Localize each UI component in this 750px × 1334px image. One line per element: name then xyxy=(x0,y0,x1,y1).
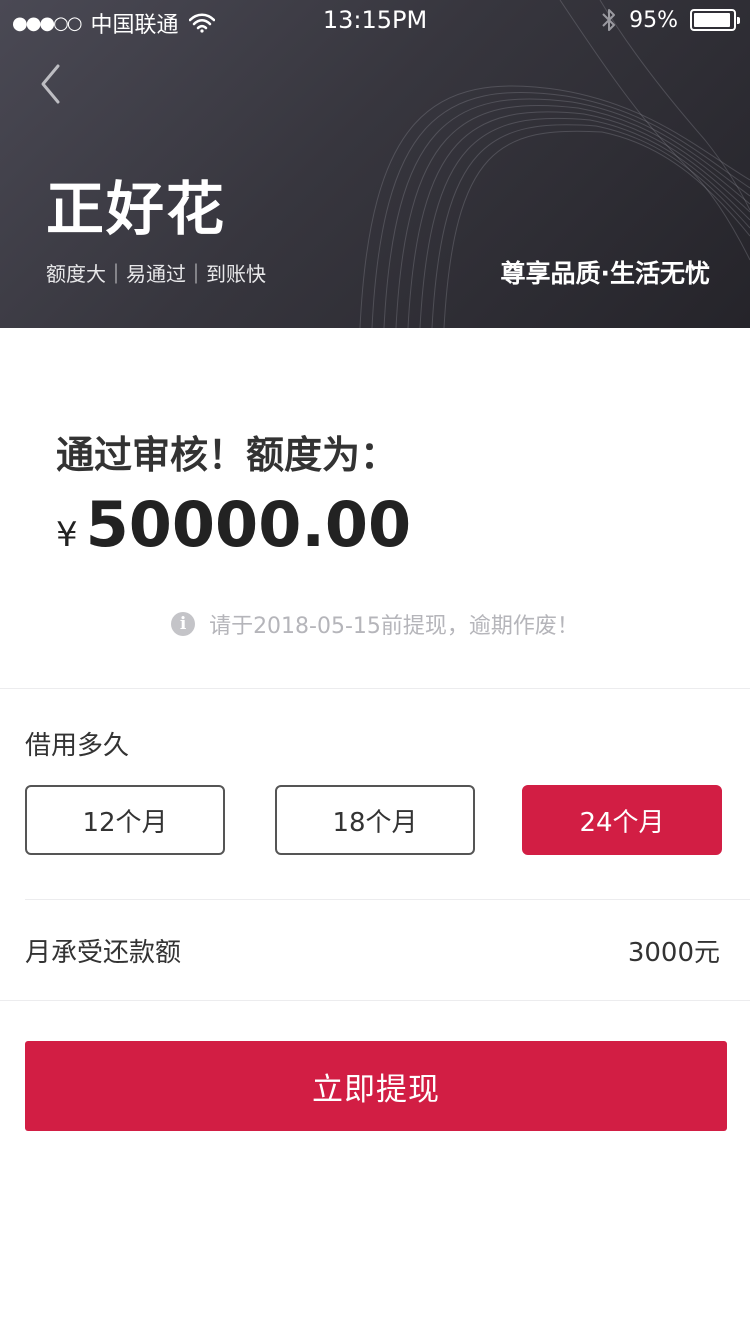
brand-tagline: 尊享品质·生活无忧 xyxy=(500,259,711,288)
expiry-notice-text: 请于2018-05-15前提现，逾期作废！ xyxy=(209,614,579,639)
bluetooth-icon xyxy=(602,9,616,31)
term-options: 12个月 18个月 24个月 xyxy=(25,785,722,855)
approval-title: 通过审核！额度为： xyxy=(56,433,399,477)
chevron-left-icon xyxy=(41,64,60,104)
info-icon: i xyxy=(171,612,196,636)
status-right-group: 95% xyxy=(601,7,740,33)
currency-symbol: ¥ xyxy=(56,515,78,555)
withdraw-now-button[interactable]: 立即提现 xyxy=(25,1041,727,1131)
amount-value: 50000.00 xyxy=(85,488,412,561)
divider xyxy=(0,1000,750,1001)
term-label: 借用多久 xyxy=(25,731,130,761)
divider xyxy=(25,899,750,900)
term-option-24-months[interactable]: 24个月 xyxy=(522,785,722,855)
approval-section: 通过审核！额度为： ¥ 50000.00 i 请于2018-05-15前提现，逾… xyxy=(0,328,750,688)
monthly-repayment-label: 月承受还款额 xyxy=(25,938,182,968)
brand-logo: 正好花 xyxy=(46,175,227,243)
brand-slogan: 额度大｜易通过｜到账快 xyxy=(46,262,266,286)
term-option-12-months[interactable]: 12个月 xyxy=(25,785,225,855)
credit-amount: ¥ 50000.00 xyxy=(56,488,411,561)
back-button[interactable] xyxy=(30,58,74,110)
battery-icon xyxy=(690,9,740,31)
divider xyxy=(0,688,750,689)
monthly-repayment-value: 3000元 xyxy=(627,938,720,968)
expiry-notice: i 请于2018-05-15前提现，逾期作废！ xyxy=(0,608,750,640)
header-banner: ●●●○○ 中国联通 13:15PM 95% 正好花 额度大｜易通过｜到账快 尊… xyxy=(0,0,750,328)
status-bar: ●●●○○ 中国联通 13:15PM 95% xyxy=(0,0,750,40)
battery-percentage: 95% xyxy=(629,7,678,33)
term-option-18-months[interactable]: 18个月 xyxy=(275,785,475,855)
battery-fill xyxy=(694,13,731,27)
